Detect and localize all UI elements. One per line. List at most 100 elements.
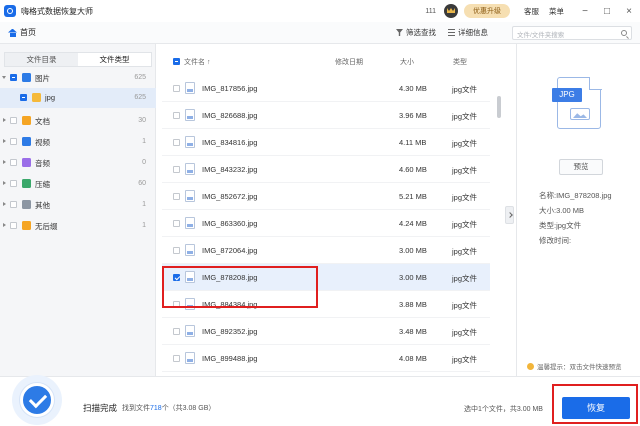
expand-arrow-icon[interactable] [3, 160, 6, 164]
search-placeholder: 文件/文件夹搜索 [517, 32, 565, 39]
row-checkbox[interactable] [173, 220, 180, 227]
minimize-icon[interactable]: − [574, 6, 596, 17]
expand-arrow-icon[interactable] [3, 181, 6, 185]
row-checkbox[interactable] [173, 301, 180, 308]
tree-item-no-extension[interactable]: 无后缀 1 [0, 216, 156, 236]
detail-modified: 修改时间: [539, 236, 572, 245]
expand-arrow-icon[interactable] [3, 118, 6, 122]
jpg-badge: JPG [552, 88, 582, 102]
tab-file-type[interactable]: 文件类型 [78, 53, 151, 66]
file-type: jpg文件 [452, 247, 478, 256]
row-checkbox[interactable] [173, 247, 180, 254]
tree-checkbox[interactable] [10, 180, 17, 187]
archive-icon [22, 179, 31, 188]
table-row[interactable]: IMG_817856.jpg 4.30 MB jpg文件 [162, 75, 490, 102]
header-type[interactable]: 类型 [453, 57, 467, 67]
table-row[interactable]: IMG_878208.jpg 3.00 MB jpg文件 [162, 264, 490, 291]
row-checkbox[interactable] [173, 274, 180, 281]
filter-button[interactable]: 筛选查找 [396, 27, 436, 38]
file-type: jpg文件 [452, 274, 478, 283]
row-checkbox[interactable] [173, 328, 180, 335]
table-row[interactable]: IMG_899488.jpg 4.08 MB jpg文件 [162, 345, 490, 372]
tree-item-video[interactable]: 视频 1 [0, 132, 156, 152]
tree-checkbox[interactable] [10, 74, 17, 81]
table-row[interactable]: IMG_843232.jpg 4.60 MB jpg文件 [162, 156, 490, 183]
vip-crown-icon[interactable] [444, 4, 458, 18]
tree-item-folder[interactable]: jpg 625 [0, 88, 156, 108]
other-icon [22, 200, 31, 209]
row-checkbox[interactable] [173, 139, 180, 146]
file-list-panel: 文件名 ↑ 修改日期 大小 类型 IMG_817856.jpg 4.30 MB jp… [157, 44, 507, 381]
image-icon [22, 73, 31, 82]
tree-item-archive[interactable]: 压缩 60 [0, 174, 156, 194]
customer-service-link[interactable]: 客服 [524, 6, 539, 17]
file-name: IMG_863360.jpg [202, 219, 258, 228]
details-button[interactable]: 详细信息 [448, 27, 488, 38]
list-icon [448, 29, 455, 36]
row-checkbox[interactable] [173, 85, 180, 92]
notification-count: 111 [425, 7, 436, 15]
tree-item-audio[interactable]: 音频 0 [0, 153, 156, 173]
tree-checkbox[interactable] [10, 201, 17, 208]
file-size: 4.11 MB [399, 138, 427, 147]
table-row[interactable]: IMG_872064.jpg 3.00 MB jpg文件 [162, 237, 490, 264]
image-file-icon [185, 82, 195, 94]
tree-item-label: 音频 [35, 159, 50, 168]
expand-arrow-open-icon[interactable] [2, 76, 6, 79]
status-bar: 扫描完成 找到文件718个（共3.08 GB） 选中1个文件，共3.00 MB … [0, 375, 640, 426]
expand-arrow-icon[interactable] [3, 139, 6, 143]
file-type: jpg文件 [452, 166, 478, 175]
tree-checkbox[interactable] [20, 94, 27, 101]
file-size: 4.24 MB [399, 219, 427, 228]
tree-item-label: 压缩 [35, 180, 50, 189]
menu-link[interactable]: 菜单 [549, 6, 564, 17]
table-row[interactable]: IMG_826688.jpg 3.96 MB jpg文件 [162, 102, 490, 129]
home-tab[interactable]: 首页 [8, 27, 36, 38]
header-size[interactable]: 大小 [400, 57, 414, 67]
tree-checkbox[interactable] [10, 159, 17, 166]
vertical-scrollbar[interactable] [497, 96, 501, 118]
table-row[interactable]: IMG_863360.jpg 4.24 MB jpg文件 [162, 210, 490, 237]
select-all-checkbox[interactable] [173, 58, 180, 65]
header-name[interactable]: 文件名 ↑ [184, 57, 210, 67]
expand-arrow-icon[interactable] [3, 223, 6, 227]
table-row[interactable]: IMG_834816.jpg 4.11 MB jpg文件 [162, 129, 490, 156]
file-size: 3.00 MB [399, 273, 427, 282]
row-checkbox[interactable] [173, 112, 180, 119]
table-row[interactable]: IMG_884384.jpg 3.88 MB jpg文件 [162, 291, 490, 318]
maximize-icon[interactable]: □ [596, 6, 618, 17]
tree-item-label: 其他 [35, 201, 50, 210]
file-type: jpg文件 [452, 220, 478, 229]
row-checkbox[interactable] [173, 355, 180, 362]
tree-item-count: 0 [142, 159, 146, 166]
file-type: jpg文件 [452, 355, 478, 364]
search-icon[interactable] [621, 30, 627, 36]
tree-item-count: 1 [142, 222, 146, 229]
close-icon[interactable]: × [618, 6, 640, 17]
row-checkbox[interactable] [173, 193, 180, 200]
tab-file-directory[interactable]: 文件目录 [5, 53, 78, 66]
tree-checkbox[interactable] [10, 138, 17, 145]
tree-item-other[interactable]: 其他 1 [0, 195, 156, 215]
row-checkbox[interactable] [173, 166, 180, 173]
left-tabs: 文件目录 文件类型 [4, 52, 152, 67]
table-row[interactable]: IMG_852672.jpg 5.21 MB jpg文件 [162, 183, 490, 210]
search-input[interactable]: 文件/文件夹搜索 [512, 26, 632, 40]
table-row[interactable]: IMG_892352.jpg 3.48 MB jpg文件 [162, 318, 490, 345]
tree-item-document[interactable]: 文档 30 [0, 111, 156, 131]
header-modified[interactable]: 修改日期 [335, 57, 363, 67]
tree-checkbox[interactable] [10, 117, 17, 124]
upgrade-button[interactable]: 优惠升级 [464, 4, 510, 18]
tree-item-label: 图片 [35, 74, 50, 83]
detail-panel: JPG 预览 名称:IMG_878208.jpg 大小:3.00 MB 类型:j… [516, 44, 640, 376]
detail-type: 类型:jpg文件 [539, 221, 582, 230]
expand-arrow-icon[interactable] [3, 202, 6, 206]
tree-checkbox[interactable] [10, 222, 17, 229]
tree-item-image[interactable]: 图片 625 [0, 68, 156, 88]
recover-button[interactable]: 恢复 [562, 397, 630, 419]
file-name: IMG_834816.jpg [202, 138, 258, 147]
collapse-panel-icon[interactable] [505, 206, 514, 224]
file-size: 3.00 MB [399, 246, 427, 255]
document-icon [22, 116, 31, 125]
preview-button[interactable]: 预览 [559, 159, 603, 175]
